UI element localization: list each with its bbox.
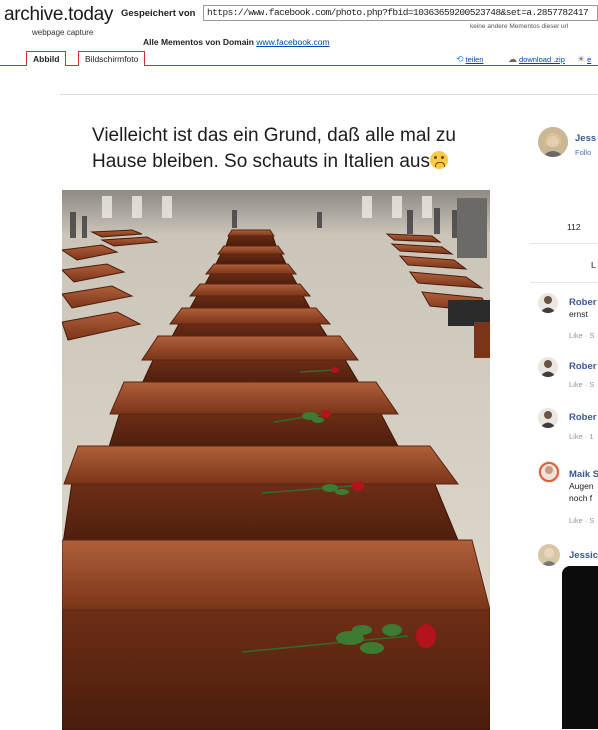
actions-divider xyxy=(530,282,598,283)
follow-link[interactable]: Follo xyxy=(575,148,591,157)
content-divider xyxy=(60,94,598,95)
commenter-avatar[interactable] xyxy=(538,408,558,428)
author-avatar[interactable] xyxy=(538,127,568,157)
commenter-avatar[interactable] xyxy=(538,357,558,377)
post-text-line-1: Vielleicht ist das ein Grund, daß alle m… xyxy=(92,125,456,146)
commenter-avatar-image xyxy=(538,293,558,313)
download-label: download .zip xyxy=(519,55,565,64)
download-link[interactable]: ☁ download .zip xyxy=(508,54,565,65)
commenter-avatar-image xyxy=(538,461,560,483)
archive-logo[interactable]: archive.today xyxy=(4,4,113,26)
post-text-line-2: Hause bleiben. So schauts in Italien aus xyxy=(92,151,430,172)
crying-face-icon xyxy=(430,151,448,169)
post-photo[interactable] xyxy=(62,190,490,730)
archived-url-field[interactable]: https://www.facebook.com/photo.php?fbid=… xyxy=(203,5,598,21)
commenter-avatar[interactable] xyxy=(538,461,560,483)
comment-author[interactable]: Rober xyxy=(569,361,596,372)
reaction-count[interactable]: 112 xyxy=(567,222,581,232)
commenter-avatar-image xyxy=(538,544,560,566)
sun-icon: ☀ xyxy=(577,54,586,64)
comment-author[interactable]: Maik S xyxy=(569,469,598,480)
comment-text: ernst xyxy=(569,309,588,319)
extra-tool-link[interactable]: ☀ e xyxy=(577,54,591,65)
all-mementos-line: Alle Mementos von Domain www.facebook.co… xyxy=(143,37,330,47)
comment-author[interactable]: Rober xyxy=(569,297,596,308)
tab-abbild[interactable]: Abbild xyxy=(26,51,67,66)
domain-link[interactable]: www.facebook.com xyxy=(256,37,329,47)
commenter-avatar-image xyxy=(538,408,558,428)
logo-subtitle: webpage capture xyxy=(32,28,94,37)
no-other-mementos-note: keine andere Mementos dieser url xyxy=(470,23,569,30)
commenter-avatar[interactable] xyxy=(538,293,558,313)
cloud-download-icon: ☁ xyxy=(508,54,517,64)
comment-meta[interactable]: Like · S xyxy=(569,331,594,340)
comment-meta[interactable]: Like · S xyxy=(569,516,594,525)
all-mementos-label: Alle Mementos von Domain xyxy=(143,37,254,47)
comment-meta[interactable]: Like · S xyxy=(569,380,594,389)
share-icon: ⟲ xyxy=(456,54,464,64)
post-text: Vielleicht ist das ein Grund, daß alle m… xyxy=(92,123,462,175)
author-name[interactable]: Jess xyxy=(575,133,596,144)
reactions-divider xyxy=(530,243,598,244)
comment-text-line-2: noch f xyxy=(569,493,593,503)
share-label: teilen xyxy=(465,55,484,64)
tab-bildschirmfoto[interactable]: Bildschirmfoto xyxy=(78,51,146,66)
saved-from-label: Gespeichert von xyxy=(121,8,196,19)
author-avatar-image xyxy=(538,127,568,157)
commenter-avatar-image xyxy=(538,357,558,377)
extra-tool-label: e xyxy=(587,55,592,64)
commenter-avatar[interactable] xyxy=(538,544,560,566)
like-button[interactable]: L xyxy=(591,260,596,270)
comment-text-line-1: Augen xyxy=(569,481,594,491)
comment-meta[interactable]: Like · 1 xyxy=(569,432,594,441)
comment-author[interactable]: Jessic xyxy=(569,550,598,561)
coffins-photo-illustration xyxy=(62,190,490,730)
comment-author[interactable]: Rober xyxy=(569,412,596,423)
share-link[interactable]: ⟲ teilen xyxy=(456,54,483,65)
attached-media-preview[interactable] xyxy=(562,566,598,729)
